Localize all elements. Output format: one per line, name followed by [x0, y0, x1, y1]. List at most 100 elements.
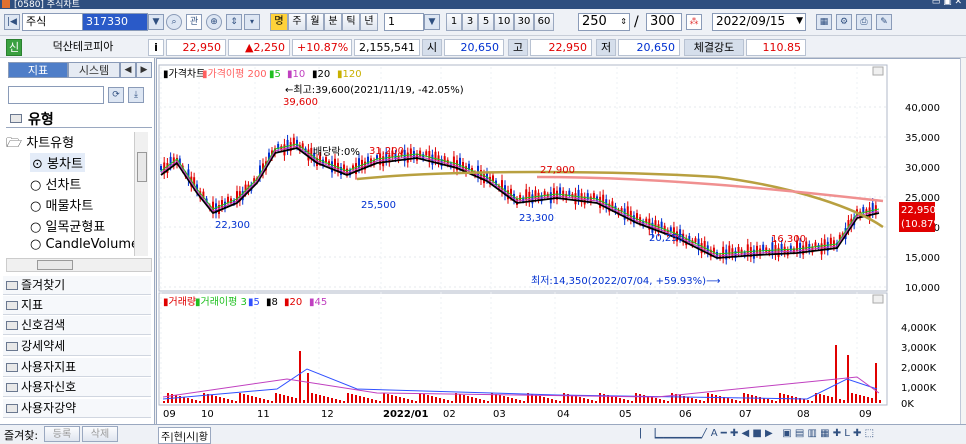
volume-bar	[691, 398, 693, 403]
print-icon[interactable]: ⎙	[856, 14, 872, 30]
title-bar: [0580] 주식차트 ▭ ▣ ✕	[0, 0, 966, 9]
count-input[interactable]: 250 ⇕	[578, 13, 630, 31]
y-tick-label: 4,000K	[901, 323, 937, 334]
total-input[interactable]: 300	[646, 13, 682, 31]
period-button-minute[interactable]: 분	[324, 13, 342, 31]
settings-icon[interactable]: ⚙	[836, 14, 852, 30]
volume-bar	[499, 395, 501, 403]
group-strength[interactable]: 강세약세	[3, 337, 151, 356]
save-icon[interactable]: ▦	[816, 14, 832, 30]
group-user-strength[interactable]: 사용자강약	[3, 399, 151, 418]
tab-system[interactable]: 시스템	[68, 62, 120, 78]
minute-button-30[interactable]: 30	[514, 13, 534, 31]
tool-icon[interactable]: ✎	[876, 14, 892, 30]
volume-bar	[387, 394, 389, 403]
delete-button[interactable]: 삭제	[82, 426, 118, 442]
volume-bar	[443, 399, 445, 403]
tab-prev-icon[interactable]: ◀	[120, 62, 136, 78]
spin-icon[interactable]: ⇕	[226, 14, 242, 30]
group-favorites[interactable]: 즐겨찾기	[3, 276, 151, 295]
volume-bar	[395, 396, 397, 403]
chart-type-ichimoku[interactable]: ○ 일목균형표	[30, 216, 105, 235]
y-tick-label: 30,000	[905, 163, 940, 174]
date-input[interactable]: 2022/09/15 ▼	[712, 13, 806, 31]
candle-body	[525, 189, 528, 201]
download-icon[interactable]: ⤓	[128, 87, 144, 103]
volume-bar	[711, 394, 713, 403]
chart-type-candle[interactable]: ⊙ 봉차트	[30, 153, 85, 172]
minute-button-5[interactable]: 5	[478, 13, 494, 31]
search-icon[interactable]: ⌕	[166, 14, 182, 30]
tab-next-icon[interactable]: ▶	[136, 62, 152, 78]
period-value-input[interactable]: 1	[384, 13, 424, 31]
more-icon[interactable]: ▾	[244, 14, 260, 30]
window-controls[interactable]: ▭ ▣ ✕	[932, 0, 962, 7]
nav-arrow-icon[interactable]: |◀	[4, 14, 20, 30]
panel-maximize-icon[interactable]	[872, 66, 884, 76]
group-user-signal[interactable]: 사용자신호	[3, 378, 151, 397]
volume-bar	[807, 400, 809, 403]
volume-bar	[791, 396, 793, 403]
volume-bar	[667, 401, 669, 403]
register-button[interactable]: 등록	[44, 426, 80, 442]
legend-item: ▮거래량	[163, 296, 196, 308]
interest-button[interactable]: 관	[186, 14, 202, 30]
period-button-week[interactable]: 주	[288, 13, 306, 31]
link-icon[interactable]: ⊕	[206, 14, 222, 30]
period-button-tick[interactable]: 틱	[342, 13, 360, 31]
indicator-search-input[interactable]	[8, 86, 104, 104]
volume-bar	[411, 400, 413, 403]
tab-indicator[interactable]: 지표	[8, 62, 68, 78]
minute-button-3[interactable]: 3	[462, 13, 478, 31]
candle-body	[722, 246, 725, 258]
folder-icon	[6, 404, 18, 413]
chart-svg[interactable]: ▮가격차트▮가격이평 200 ▮5 ▮10 ▮20 ▮120 ▮거래량▮거래이평 3 ▮5…	[157, 59, 963, 429]
tree-scrollbar[interactable]	[134, 132, 148, 256]
period-button-year[interactable]: 년	[360, 13, 378, 31]
volume-bar	[427, 395, 429, 403]
group-indicator[interactable]: 지표	[3, 296, 151, 315]
chart-type-candlevolume[interactable]: ○ CandleVolume	[30, 237, 139, 252]
grid-icon[interactable]: ⁂	[686, 14, 702, 30]
minute-button-1[interactable]: 1	[446, 13, 462, 31]
legend-item: ▮5	[248, 297, 260, 308]
value-label-22300: 22,300	[215, 220, 250, 231]
refresh-icon[interactable]: ⟳	[108, 87, 124, 103]
volume-bar	[247, 395, 249, 403]
volume-bar	[591, 400, 593, 403]
chevron-down-icon[interactable]: ▼	[424, 14, 440, 30]
chart-area[interactable]: ▮가격차트 ▮가격이평 200 ▮5 ▮10 ▮20 ▮120 ▮거래량 ▮거래이평 3 ▮5…	[156, 58, 962, 428]
volume-bar	[203, 393, 205, 403]
volume-bar	[391, 395, 393, 403]
legend-item: ▮가격이평 200	[202, 67, 267, 80]
period-button-month[interactable]: 월	[306, 13, 324, 31]
period-button-myeong[interactable]: 명	[270, 13, 288, 31]
period-tabs[interactable]: 주|현|시|황	[158, 427, 211, 444]
minute-button-60[interactable]: 60	[534, 13, 554, 31]
code-input[interactable]: 317330	[82, 13, 148, 31]
x-tick-label: 12	[321, 409, 334, 420]
x-axis-ticks: 09 10 11 12 2022/01 02 03 04 05 06 07 08 09	[163, 409, 872, 420]
group-label: 사용자지표	[21, 360, 77, 374]
tree-hscrollbar[interactable]	[6, 258, 152, 272]
volume-bar	[519, 400, 521, 403]
candle-body	[549, 192, 552, 204]
volume-bar	[407, 399, 409, 403]
minute-button-10[interactable]: 10	[494, 13, 514, 31]
hscroll-thumb[interactable]	[37, 260, 73, 270]
candle-body	[669, 227, 672, 232]
group-signal-search[interactable]: 신호검색	[3, 316, 151, 335]
chart-type-volume-profile[interactable]: ○ 매물차트	[30, 195, 93, 214]
panel-maximize-icon[interactable]	[872, 294, 884, 304]
group-user-indicator[interactable]: 사용자지표	[3, 358, 151, 377]
volume-bar	[267, 400, 269, 403]
info-icon[interactable]: i	[148, 39, 164, 56]
folder-icon	[6, 383, 18, 392]
chart-type-line[interactable]: ○ 선차트	[30, 174, 81, 193]
folder-open-icon: 🗁	[6, 136, 23, 151]
change-pct-value: +10.87%	[292, 39, 352, 56]
volume-bar	[335, 399, 337, 403]
dropdown-icon[interactable]: ▼	[148, 14, 164, 30]
scroll-thumb[interactable]	[137, 152, 147, 182]
zoom-toolbar[interactable]: ▏▕▁▁▁▁▁▁╱ A ━ ✚ ◀ ■ ▶ ▣ ▤ ▥ ▦ ✚ L ✚ ⬚	[640, 428, 960, 442]
